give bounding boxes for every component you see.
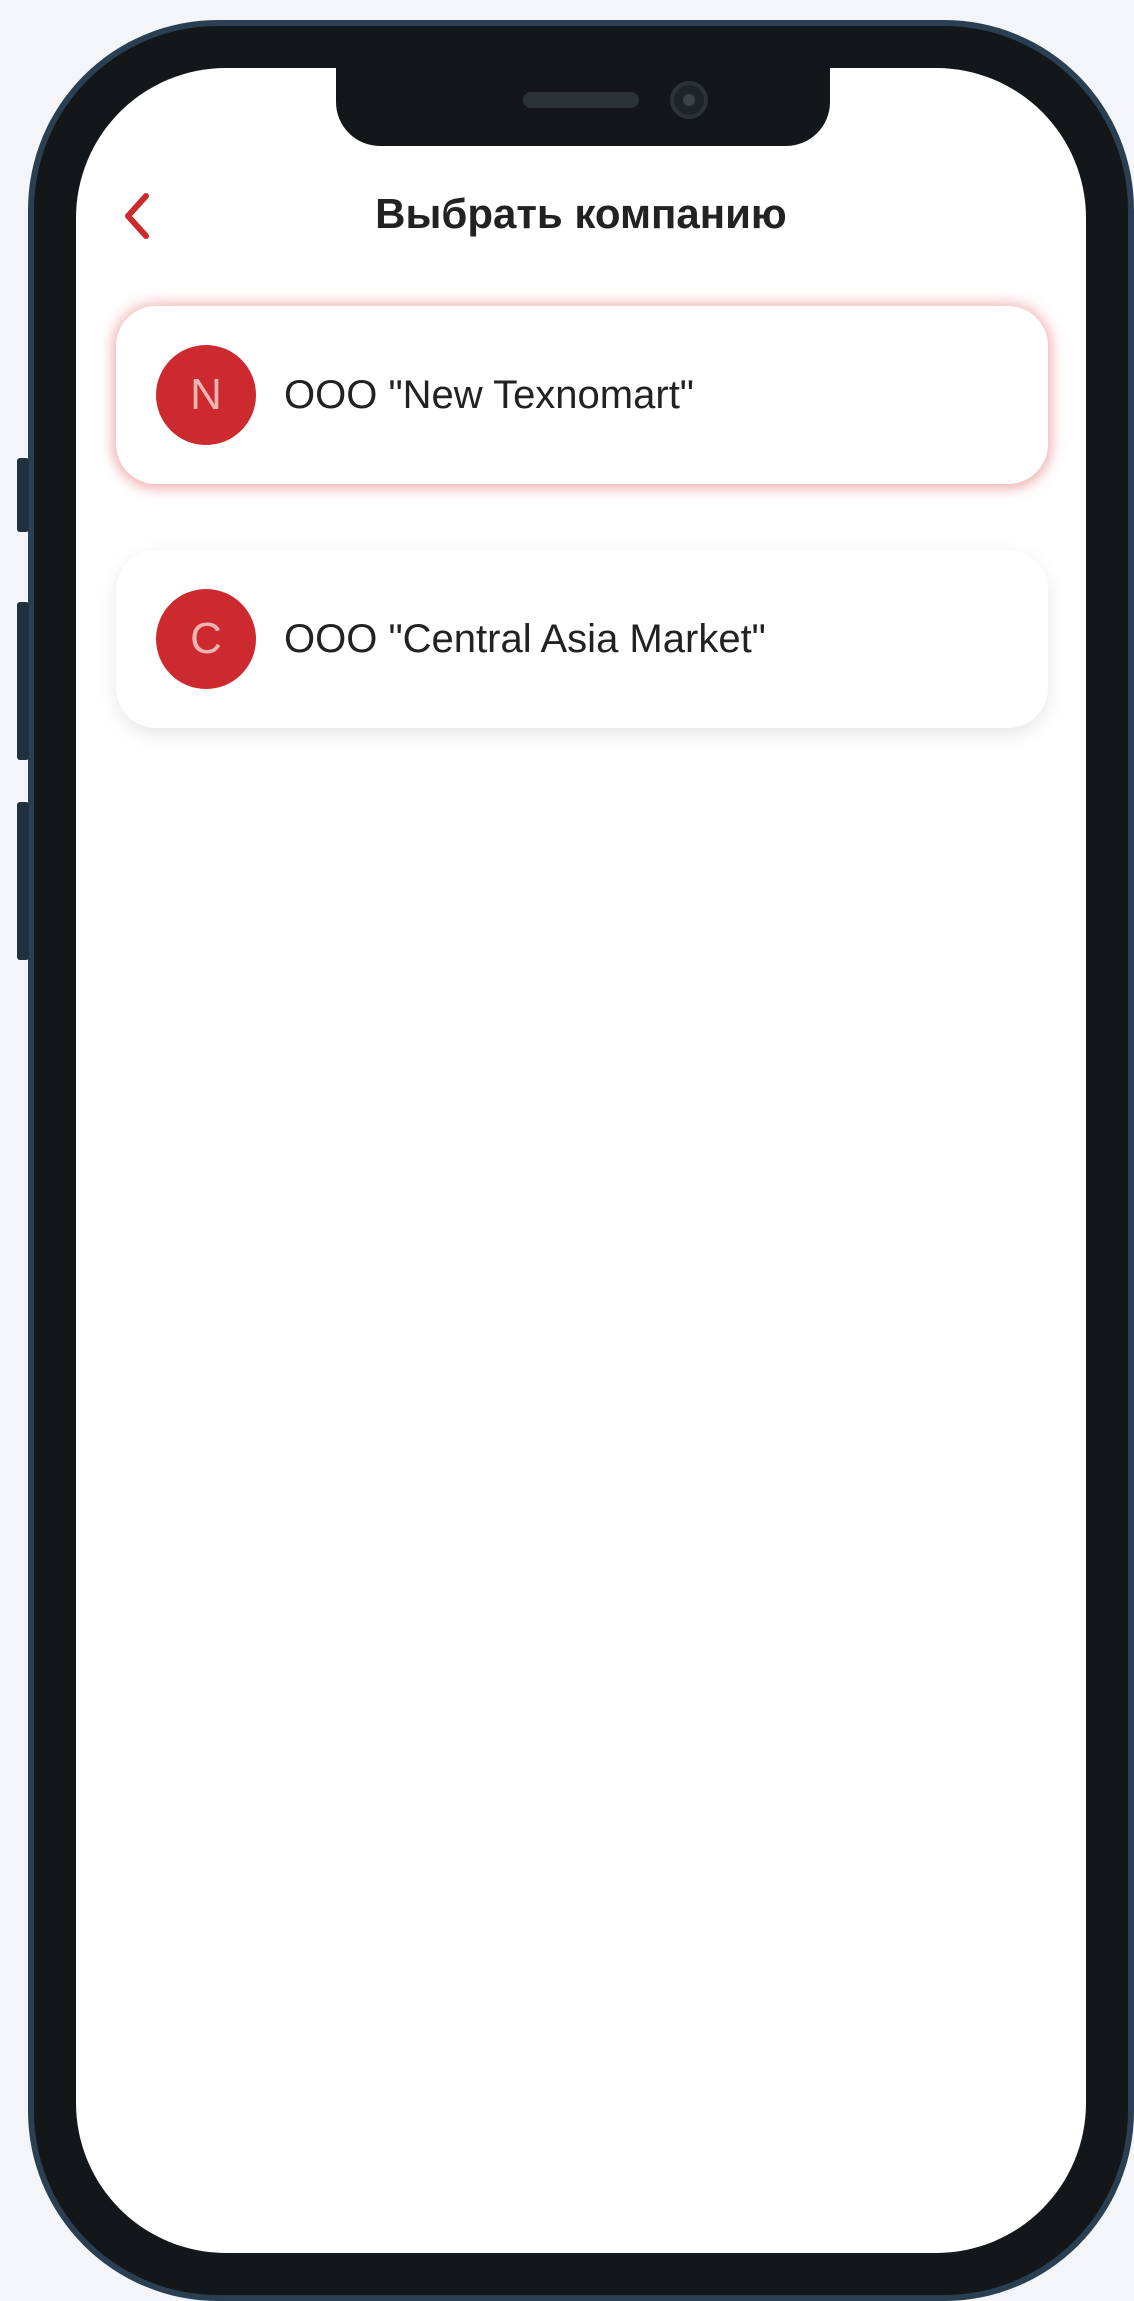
company-name: ООО "New Texnomart" bbox=[284, 372, 694, 417]
volume-down-button bbox=[17, 802, 29, 960]
phone-screen: Выбрать компанию N ООО "New Texnomart" C… bbox=[76, 68, 1086, 2253]
speaker-grille bbox=[523, 92, 639, 108]
company-name: ООО "Central Asia Market" bbox=[284, 616, 766, 661]
front-camera bbox=[670, 81, 708, 119]
company-item-central-asia-market[interactable]: C ООО "Central Asia Market" bbox=[116, 550, 1048, 728]
notch bbox=[336, 68, 830, 146]
volume-up-button bbox=[17, 602, 29, 760]
mute-switch bbox=[17, 458, 29, 532]
company-item-new-texnomart[interactable]: N ООО "New Texnomart" bbox=[116, 306, 1048, 484]
company-avatar: N bbox=[156, 345, 256, 445]
company-avatar: C bbox=[156, 589, 256, 689]
nav-bar: Выбрать компанию bbox=[76, 158, 1086, 258]
page-title: Выбрать компанию bbox=[375, 190, 787, 237]
company-list: N ООО "New Texnomart" C ООО "Central Asi… bbox=[116, 306, 1048, 794]
